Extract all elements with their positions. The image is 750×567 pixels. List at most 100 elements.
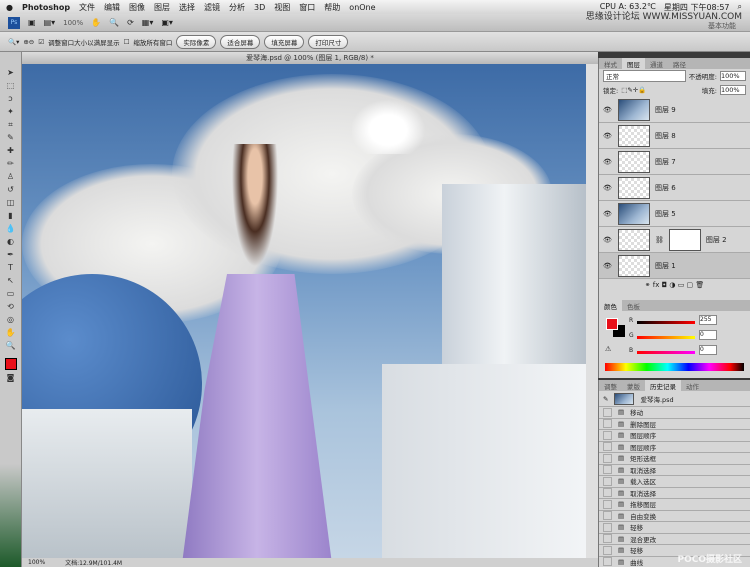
history-item[interactable]: ▤拖移图层 — [599, 499, 750, 511]
tab-channels[interactable]: 通道 — [645, 58, 668, 69]
quick-mask-icon[interactable]: ◙ — [6, 373, 16, 383]
shape-tool-icon[interactable]: ▭ — [6, 289, 16, 299]
history-source-checkbox[interactable] — [603, 431, 612, 440]
dodge-icon[interactable]: ◐ — [6, 237, 16, 247]
history-source-checkbox[interactable] — [603, 454, 612, 463]
screen-mode-icon[interactable]: ▣▾ — [161, 18, 173, 27]
visibility-eye-icon[interactable]: 👁 — [603, 106, 613, 114]
g-slider[interactable] — [637, 336, 695, 339]
eraser-icon[interactable]: ◫ — [6, 198, 16, 208]
hand-tool-icon[interactable]: ✋ — [6, 328, 16, 338]
chain-icon[interactable]: ⛓ — [655, 236, 664, 244]
path-select-icon[interactable]: ↖ — [6, 276, 16, 286]
rotate-icon[interactable]: ⟳ — [127, 18, 134, 27]
zoom-in-out-icon[interactable]: ⊕⊖ — [23, 38, 34, 46]
arrange-icon[interactable]: ▤▾ — [44, 18, 56, 27]
tab-actions[interactable]: 动作 — [681, 380, 704, 391]
menu-analysis[interactable]: 分析 — [229, 2, 245, 13]
layer-row[interactable]: 👁图层 7 — [599, 149, 750, 175]
extras-icon[interactable]: ▦▾ — [142, 18, 154, 27]
visibility-eye-icon[interactable]: 👁 — [603, 184, 613, 192]
spotlight-icon[interactable]: ⌕ — [738, 2, 742, 13]
tab-swatches[interactable]: 色板 — [622, 300, 645, 311]
layer-row[interactable]: 👁图层 1 — [599, 253, 750, 279]
history-source-checkbox[interactable] — [603, 500, 612, 509]
history-source-checkbox[interactable] — [603, 488, 612, 497]
fill-input[interactable]: 100% — [720, 85, 746, 95]
gradient-icon[interactable]: ▮ — [6, 211, 16, 221]
menu-filter[interactable]: 滤镜 — [204, 2, 220, 13]
actual-pixels-button[interactable]: 实际像素 — [176, 35, 216, 49]
history-snapshot[interactable]: ✎ 爱琴海.psd — [599, 391, 750, 407]
history-source-checkbox[interactable] — [603, 419, 612, 428]
bridge-icon[interactable]: ▣ — [28, 18, 36, 27]
hand-icon[interactable]: ✋ — [91, 18, 101, 27]
3d-orbit-icon[interactable]: ◎ — [6, 315, 16, 325]
menu-window[interactable]: 窗口 — [299, 2, 315, 13]
layer-row[interactable]: 👁图层 5 — [599, 201, 750, 227]
magic-wand-icon[interactable]: ✦ — [6, 107, 16, 117]
history-item[interactable]: ▤取消选择 — [599, 488, 750, 500]
opacity-input[interactable]: 100% — [720, 71, 746, 81]
history-source-checkbox[interactable] — [603, 465, 612, 474]
apple-icon[interactable]: ● — [6, 3, 13, 12]
history-item[interactable]: ▤图层顺序 — [599, 430, 750, 442]
menu-select[interactable]: 选择 — [179, 2, 195, 13]
b-slider[interactable] — [637, 351, 695, 354]
menu-image[interactable]: 图像 — [129, 2, 145, 13]
menu-help[interactable]: 帮助 — [324, 2, 340, 13]
b-input[interactable]: 0 — [699, 345, 717, 355]
menu-view[interactable]: 视图 — [274, 2, 290, 13]
history-item[interactable]: ▤混合更改 — [599, 534, 750, 546]
zoom-tool-icon[interactable]: 🔍 — [6, 341, 16, 351]
zoom-all-checkbox[interactable]: ☐ — [124, 38, 130, 46]
status-zoom[interactable]: 100% — [28, 559, 45, 566]
tab-masks[interactable]: 蒙版 — [622, 380, 645, 391]
history-item[interactable]: ▤删除图层 — [599, 419, 750, 431]
ps-logo-icon[interactable]: Ps — [8, 17, 20, 29]
lock-icons[interactable]: ⬚✎✛🔒 — [621, 86, 646, 94]
history-item[interactable]: ▤载入选区 — [599, 476, 750, 488]
zoom-preset-icon[interactable]: 🔍▾ — [8, 38, 19, 46]
image-canvas[interactable] — [22, 64, 598, 558]
visibility-eye-icon[interactable]: 👁 — [603, 158, 613, 166]
menu-layer[interactable]: 图层 — [154, 2, 170, 13]
visibility-eye-icon[interactable]: 👁 — [603, 262, 613, 270]
r-input[interactable]: 255 — [699, 315, 717, 325]
zoom-tool-icon[interactable]: 🔍 — [109, 18, 119, 27]
tab-history[interactable]: 历史记录 — [645, 380, 681, 391]
foreground-color-swatch[interactable] — [606, 318, 618, 330]
r-slider[interactable] — [637, 321, 695, 324]
fit-screen-button[interactable]: 适合屏幕 — [220, 35, 260, 49]
tab-layers[interactable]: 图层 — [622, 58, 645, 69]
history-source-checkbox[interactable] — [603, 557, 612, 566]
history-source-checkbox[interactable] — [603, 511, 612, 520]
layer-row[interactable]: 👁图层 8 — [599, 123, 750, 149]
layers-footer-icons[interactable]: ⚭ fx ◘ ◑ ▭ ▢ 🗑 — [599, 279, 750, 289]
history-source-checkbox[interactable] — [603, 408, 612, 417]
resize-windows-checkbox[interactable]: ☑ — [38, 38, 44, 46]
type-tool-icon[interactable]: T — [6, 263, 16, 273]
fill-screen-button[interactable]: 填充屏幕 — [264, 35, 304, 49]
history-item[interactable]: ▤轻移 — [599, 522, 750, 534]
menu-3d[interactable]: 3D — [254, 3, 265, 12]
layer-row[interactable]: 👁⛓图层 2 — [599, 227, 750, 253]
visibility-eye-icon[interactable]: 👁 — [603, 210, 613, 218]
layer-row[interactable]: 👁图层 9 — [599, 97, 750, 123]
history-source-checkbox[interactable] — [603, 546, 612, 555]
history-item[interactable]: ▤图层顺序 — [599, 442, 750, 454]
eyedropper-icon[interactable]: ✎ — [6, 133, 16, 143]
workspace-switcher[interactable]: 基本功能 — [708, 22, 736, 31]
tab-styles[interactable]: 样式 — [599, 58, 622, 69]
history-item[interactable]: ▤移动 — [599, 407, 750, 419]
print-size-button[interactable]: 打印尺寸 — [308, 35, 348, 49]
menu-onone[interactable]: onOne — [349, 3, 375, 12]
menu-edit[interactable]: 编辑 — [104, 2, 120, 13]
history-source-checkbox[interactable] — [603, 442, 612, 451]
history-source-checkbox[interactable] — [603, 523, 612, 532]
tab-paths[interactable]: 路径 — [668, 58, 691, 69]
lasso-tool-icon[interactable]: ↄ — [6, 94, 16, 104]
marquee-tool-icon[interactable]: ⬚ — [6, 81, 16, 91]
gamut-warning-icon[interactable]: ⚠ — [605, 345, 611, 353]
app-name[interactable]: Photoshop — [22, 3, 70, 12]
